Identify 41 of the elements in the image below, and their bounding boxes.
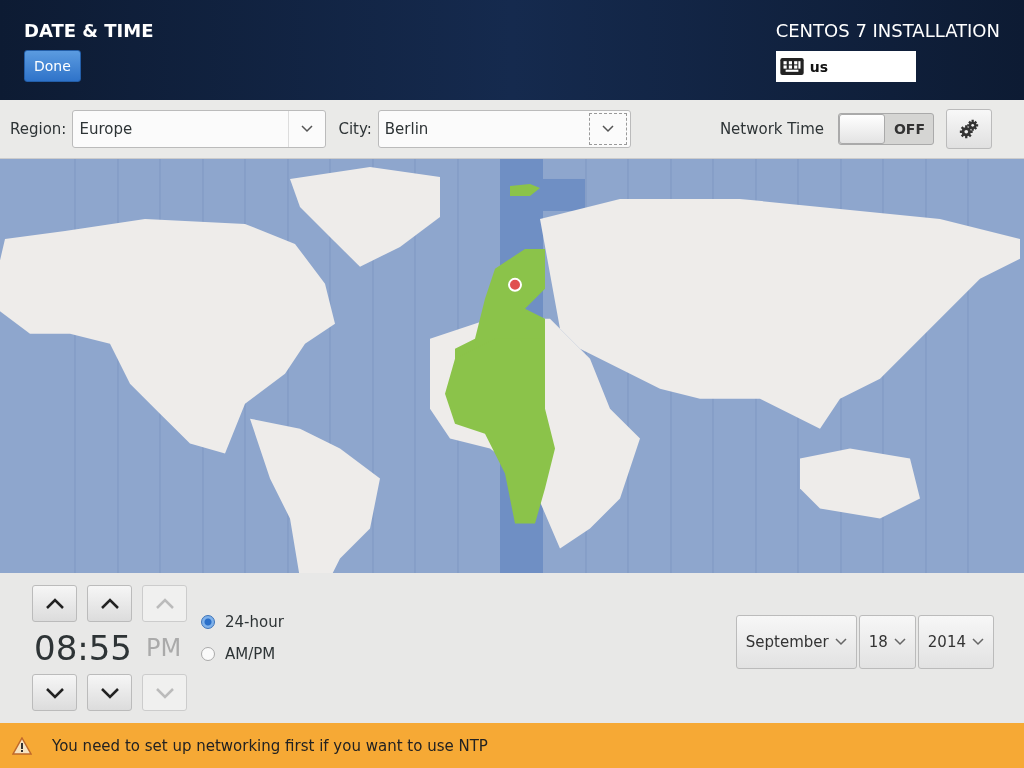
day-dropdown[interactable]: 18 [858,615,916,670]
chevron-down-icon [893,638,906,647]
warning-icon [12,736,32,755]
chevron-down-icon [99,686,120,699]
network-time-label: Network Time [719,119,824,138]
year-dropdown[interactable]: 2014 [917,615,994,670]
chevron-down-icon [301,124,314,133]
done-button[interactable]: Done [24,50,81,82]
increment-button[interactable] [32,585,77,623]
chevron-down-icon [44,686,65,699]
decrement-button[interactable] [32,674,77,712]
increment-button[interactable] [87,585,132,623]
chevron-down-icon [834,638,847,647]
chevron-down-icon [972,638,984,647]
settings-icon [958,117,980,140]
radio-button[interactable] [201,615,215,630]
warning-message: You need to set up networking first if you want to use NTP [52,736,488,755]
page-title: DATE & TIME [24,20,154,41]
chevron-down-icon [154,686,175,699]
decrement-button[interactable] [87,674,132,712]
chevron-up-icon [44,597,65,610]
keyboard-layout-label: us [809,58,828,75]
radio-label[interactable]: AM/PM [225,645,276,664]
network-time-switch[interactable]: OFF [838,112,934,145]
radio-button[interactable] [201,647,215,662]
settings-button[interactable] [946,108,992,149]
period-display: PM [146,634,182,663]
product-title: CENTOS 7 INSTALLATION [775,20,1000,41]
region-combo[interactable]: Europe [72,109,327,148]
keyboard-icon [779,58,804,75]
city-combo[interactable]: Berlin [377,109,631,148]
chevron-down-icon [601,124,614,133]
city-label: City: [338,119,372,138]
keyboard-layout-indicator[interactable]: us [775,51,916,82]
chevron-up-icon [99,597,120,610]
time-display: 08:55 [34,628,132,669]
month-dropdown[interactable]: September [735,615,857,670]
region-label: Region: [10,119,67,138]
radio-label[interactable]: 24-hour [225,613,284,632]
chevron-up-icon [154,597,175,610]
location-pin-icon [508,277,522,292]
